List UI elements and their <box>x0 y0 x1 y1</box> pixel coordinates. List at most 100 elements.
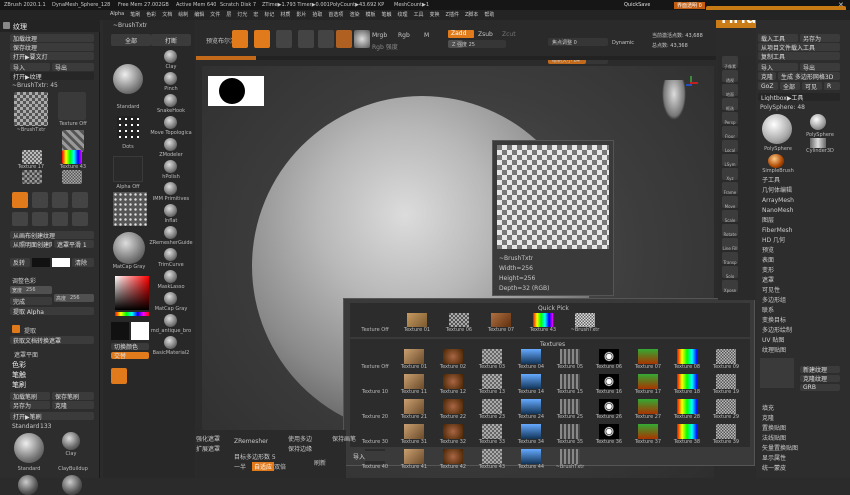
polysphere-thumb[interactable] <box>762 114 792 144</box>
menu-item[interactable]: 渲染 <box>349 11 359 18</box>
head-navigator[interactable] <box>662 80 686 120</box>
save-as-button[interactable]: 另存为 <box>10 401 50 409</box>
texture-item[interactable]: Texture 35 <box>551 424 589 447</box>
rotate-button[interactable] <box>298 30 314 48</box>
texture-item[interactable]: Texture 19 <box>707 374 745 397</box>
texture-item[interactable]: Texture 12 <box>434 374 472 397</box>
texture-thumb-43[interactable] <box>62 150 82 164</box>
texture-item[interactable]: Texture 39 <box>707 424 745 447</box>
texture-item[interactable]: Texture 29 <box>707 399 745 422</box>
tool-menu-item[interactable]: 几何体编辑 <box>756 186 850 196</box>
texture-tool-icon[interactable] <box>32 212 48 226</box>
tool-menu-item[interactable]: FiberMesh <box>756 226 850 236</box>
tool-menu-item[interactable]: 变形 <box>756 266 850 276</box>
texture-item[interactable]: Texture 07 <box>629 349 667 372</box>
cylinder-thumb[interactable] <box>810 138 826 148</box>
texture-item[interactable]: Texture 14 <box>512 374 550 397</box>
double-button[interactable]: 双倍 <box>274 462 286 471</box>
quickpick-item[interactable]: Texture 06 <box>440 313 478 335</box>
z-intensity-slider[interactable]: Z 强度 25 <box>448 40 506 48</box>
break-button[interactable]: 打断 <box>151 34 191 46</box>
texture-item[interactable]: ~BrushTxtr <box>551 449 589 472</box>
texture-item[interactable]: Texture 32 <box>434 424 472 447</box>
mrgb-button[interactable]: Mrgb <box>372 32 387 39</box>
hue-strip[interactable] <box>115 312 149 316</box>
texture-tool-icon[interactable] <box>12 212 28 226</box>
move-button[interactable] <box>254 30 270 48</box>
brush-thumb[interactable] <box>164 336 177 349</box>
tool-bottom-item[interactable]: 法线贴图 <box>756 434 850 444</box>
draw-button[interactable] <box>232 30 248 48</box>
brush-thumb[interactable] <box>164 94 177 107</box>
menu-item[interactable]: 编辑 <box>194 11 204 18</box>
menu-item[interactable]: 首选项 <box>328 11 343 18</box>
tool-menu-item[interactable]: 预览 <box>756 246 850 256</box>
menu-item[interactable]: 材质 <box>280 11 290 18</box>
all-tool-button[interactable]: 全部 <box>780 82 800 90</box>
texture-item[interactable]: Texture 09 <box>707 349 745 372</box>
texture-item[interactable]: Texture 10 <box>356 374 394 397</box>
alpha-off-thumb[interactable] <box>113 156 143 182</box>
tool-menu-item[interactable]: 表面 <box>756 256 850 266</box>
texture-item[interactable]: Texture 37 <box>629 424 667 447</box>
polysphere-small-thumb[interactable] <box>810 114 826 130</box>
brush-standard-thumb[interactable] <box>113 64 143 94</box>
tool-menu-item[interactable]: 纹理贴图 <box>756 346 850 356</box>
brush-thumb[interactable] <box>164 116 177 129</box>
texture-item[interactable]: Texture 24 <box>512 399 550 422</box>
load-brush-button[interactable]: 加载笔刷 <box>10 392 50 400</box>
save-texture-button[interactable]: 保存纹理 <box>10 43 94 51</box>
shelf-button[interactable]: 地面 <box>722 84 738 97</box>
texture-item[interactable]: Texture 31 <box>395 424 433 447</box>
brush-thumb[interactable] <box>164 72 177 85</box>
material-sphere-icon[interactable] <box>336 30 352 48</box>
zadd-button[interactable]: Zadd <box>448 30 474 38</box>
texture-thumb-off[interactable] <box>58 92 86 120</box>
tool-menu-item[interactable]: 多边形组 <box>756 296 850 306</box>
texture-item[interactable]: Texture 43 <box>473 449 511 472</box>
texture-tool-icon[interactable] <box>52 212 68 226</box>
texture-item[interactable]: Texture 01 <box>395 349 433 372</box>
texture-thumb-brushtxtr[interactable] <box>14 92 48 126</box>
tool-menu-item[interactable]: NanoMesh <box>756 206 850 216</box>
texture-item[interactable]: Texture 08 <box>668 349 706 372</box>
enhance-mask[interactable]: 强化遮罩 <box>196 434 220 443</box>
texture-item[interactable]: Texture Off <box>356 349 394 372</box>
tool-menu-item[interactable]: 多边形绘制 <box>756 326 850 336</box>
tool-menu-item[interactable]: 遮罩 <box>756 276 850 286</box>
refresh-button[interactable]: 刷新 <box>314 458 326 467</box>
texture-item[interactable]: Texture 04 <box>512 349 550 372</box>
menu-item[interactable]: 变换 <box>430 11 440 18</box>
texture-item[interactable]: Texture 17 <box>629 374 667 397</box>
zremesher-label[interactable]: ZRemesher <box>234 438 268 445</box>
texture-item[interactable]: Texture 23 <box>473 399 511 422</box>
shelf-button[interactable]: 透视 <box>722 70 738 83</box>
load-tool-button[interactable]: 载入工具 <box>758 34 798 42</box>
cd-button[interactable]: 完成 <box>10 297 52 305</box>
quicksave-button[interactable]: QuickSave <box>624 2 650 8</box>
quickpick-item[interactable]: ~BrushTxtr <box>566 313 604 335</box>
menu-item[interactable]: 拾取 <box>312 11 322 18</box>
quickpick-item[interactable]: Texture Off <box>356 313 394 335</box>
section-color[interactable]: 色彩 <box>12 360 26 370</box>
tool-menu-item[interactable]: 子工具 <box>756 176 850 186</box>
texture-item[interactable]: Texture 36 <box>590 424 628 447</box>
grb-button[interactable]: GRB <box>800 384 840 391</box>
import-tool-button[interactable]: 导入 <box>758 63 798 71</box>
scale-button[interactable] <box>276 30 292 48</box>
keep-edges[interactable]: 保持边缘 <box>288 444 312 453</box>
texture-item[interactable]: Texture 21 <box>395 399 433 422</box>
tool-bottom-item[interactable]: 矢量置换贴图 <box>756 444 850 454</box>
tool-bottom-item[interactable]: 置换贴图 <box>756 424 850 434</box>
texture-thumb-dots[interactable] <box>113 192 147 226</box>
shelf-button[interactable]: Xpose <box>722 280 738 293</box>
secondary-color-swatch[interactable] <box>131 322 149 340</box>
menu-item[interactable]: 笔刷 <box>130 11 140 18</box>
brush-thumb[interactable] <box>164 160 177 173</box>
texture-item[interactable]: Texture 15 <box>551 374 589 397</box>
switch-color-button[interactable]: 切换颜色 <box>111 343 149 350</box>
tool-bottom-item[interactable]: 克隆 <box>756 414 850 424</box>
color-picker[interactable] <box>115 276 149 310</box>
texture-tool-icon[interactable] <box>72 212 88 226</box>
open-texture-button[interactable]: 打开▶要文灯 <box>10 52 94 60</box>
